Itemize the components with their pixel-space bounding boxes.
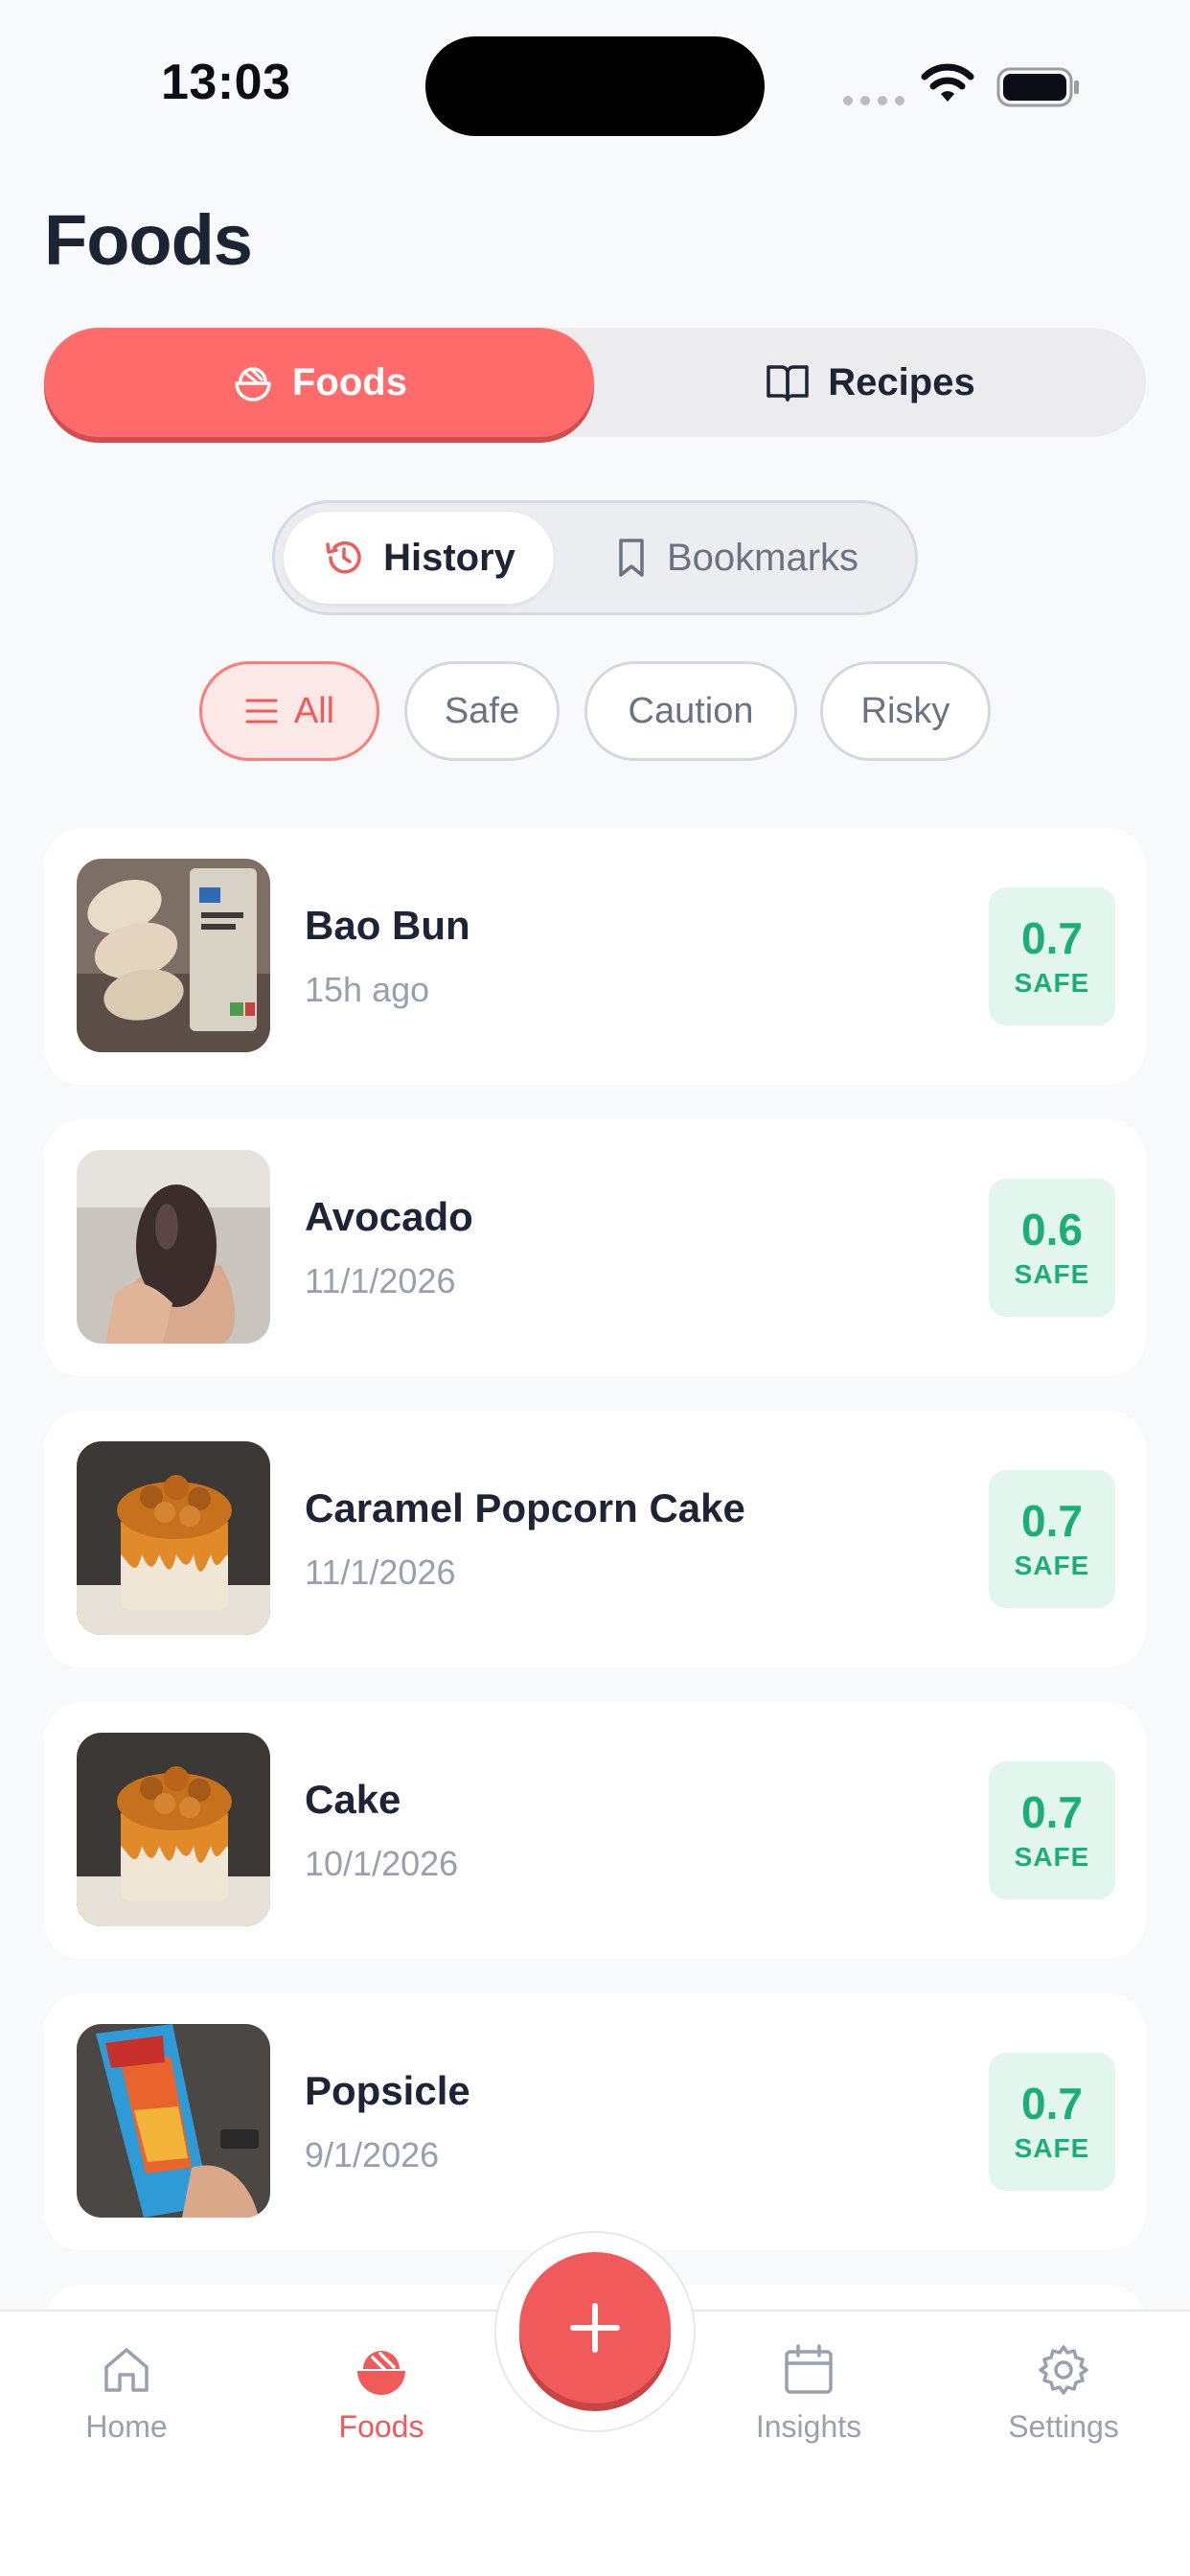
food-photo-bao-bun — [77, 859, 270, 1052]
bookmark-icon — [619, 539, 644, 577]
dynamic-island — [425, 36, 765, 136]
score-value: 0.6 — [1021, 1204, 1083, 1254]
food-date: 9/1/2026 — [305, 2135, 440, 2174]
toggle-bookmarks[interactable]: Bookmarks — [559, 512, 913, 604]
food-card[interactable]: Cake 10/1/2026 0.7 SAFE — [44, 1702, 1146, 1959]
score-value: 0.7 — [1021, 1495, 1083, 1546]
food-photo-popsicle — [77, 2024, 270, 2218]
bowl-icon — [357, 2351, 405, 2395]
tab-recipes-label: Recipes — [828, 360, 975, 403]
plus-icon — [570, 2303, 620, 2353]
nav-insights-label: Insights — [755, 2409, 862, 2444]
score-badge: 0.7 SAFE — [989, 887, 1115, 1025]
toggle-history[interactable]: History — [284, 512, 554, 604]
list-icon — [245, 699, 278, 724]
nav-foods-label: Foods — [338, 2409, 424, 2444]
history-bookmarks-toggle: History Bookmarks — [272, 500, 918, 615]
nav-home-label: Home — [85, 2409, 168, 2444]
filter-caution[interactable]: Caution — [584, 661, 797, 761]
cellular-signal-icon — [843, 96, 904, 105]
score-badge: 0.7 SAFE — [989, 1761, 1115, 1899]
score-value: 0.7 — [1021, 2078, 1083, 2128]
filter-safe-label: Safe — [444, 690, 520, 731]
nav-settings[interactable]: Settings — [968, 2312, 1159, 2503]
score-value: 0.7 — [1021, 912, 1083, 963]
tab-recipes[interactable]: Recipes — [594, 328, 1146, 437]
score-status: SAFE — [1014, 1551, 1090, 1581]
score-value: 0.7 — [1021, 1786, 1083, 1837]
toggle-history-label: History — [383, 536, 515, 579]
food-card[interactable]: Avocado 11/1/2026 0.6 SAFE — [44, 1119, 1146, 1376]
tab-foods[interactable]: Foods — [44, 328, 594, 437]
filter-risky[interactable]: Risky — [820, 661, 991, 761]
status-time: 13:03 — [161, 55, 291, 110]
add-food-button[interactable] — [519, 2252, 671, 2404]
food-name: Cake — [305, 1777, 401, 1822]
nav-insights[interactable]: Insights — [713, 2312, 904, 2503]
history-icon — [326, 540, 361, 574]
food-card[interactable]: Bao Bun 15h ago 0.7 SAFE — [44, 828, 1146, 1085]
filter-caution-label: Caution — [628, 690, 754, 731]
score-status: SAFE — [1014, 2133, 1090, 2164]
filter-all[interactable]: All — [199, 661, 379, 761]
food-photo-avocado — [77, 1150, 270, 1344]
filter-chips: All Safe Caution Risky — [0, 661, 1190, 761]
food-name: Caramel Popcorn Cake — [305, 1485, 745, 1530]
calendar-icon — [785, 2344, 833, 2394]
page-title: Foods — [44, 200, 253, 280]
score-status: SAFE — [1014, 1259, 1090, 1290]
main-tabs: Foods Recipes — [44, 328, 1146, 437]
score-status: SAFE — [1014, 1842, 1090, 1873]
battery-icon — [996, 67, 1079, 107]
food-photo-caramel-popcorn-cake — [77, 1441, 270, 1635]
filter-safe[interactable]: Safe — [404, 661, 560, 761]
filter-all-label: All — [293, 690, 335, 731]
filter-risky-label: Risky — [860, 690, 950, 731]
toggle-bookmarks-label: Bookmarks — [666, 536, 859, 579]
nav-foods[interactable]: Foods — [286, 2312, 477, 2503]
nav-settings-label: Settings — [1008, 2409, 1119, 2444]
food-name: Avocado — [305, 1194, 473, 1239]
food-photo-cake — [77, 1733, 270, 1926]
gear-icon — [1039, 2345, 1088, 2395]
score-status: SAFE — [1014, 968, 1090, 999]
score-badge: 0.7 SAFE — [989, 1470, 1115, 1608]
wifi-icon — [921, 63, 974, 102]
home-icon — [104, 2348, 149, 2392]
score-badge: 0.6 SAFE — [989, 1179, 1115, 1317]
status-bar: 13:03 — [0, 0, 1190, 153]
food-name: Bao Bun — [305, 903, 470, 948]
book-icon — [767, 365, 810, 402]
food-date: 11/1/2026 — [305, 1261, 456, 1300]
tab-foods-label: Foods — [292, 360, 407, 403]
nav-home[interactable]: Home — [31, 2312, 222, 2503]
food-card[interactable]: Caramel Popcorn Cake 11/1/2026 0.7 SAFE — [44, 1411, 1146, 1668]
food-date: 15h ago — [305, 970, 430, 1009]
food-card[interactable]: Popsicle 9/1/2026 0.7 SAFE — [44, 1993, 1146, 2250]
food-date: 10/1/2026 — [305, 1844, 459, 1883]
food-name: Popsicle — [305, 2068, 470, 2113]
food-date: 11/1/2026 — [305, 1552, 456, 1592]
bowl-icon — [235, 367, 271, 402]
score-badge: 0.7 SAFE — [989, 2053, 1115, 2191]
